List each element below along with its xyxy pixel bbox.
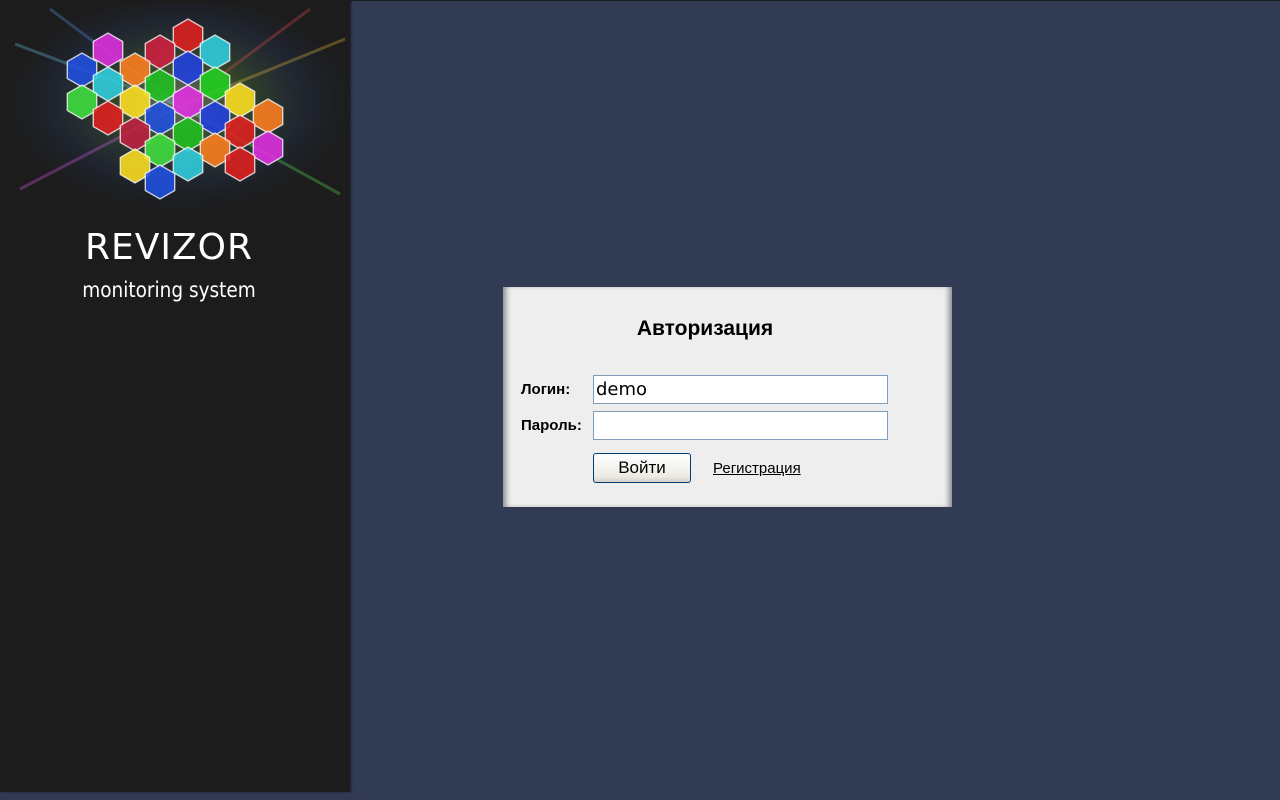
register-link[interactable]: Регистрация [713, 460, 801, 477]
login-panel: Авторизация Логин: Пароль: Войти Регистр… [503, 287, 952, 507]
brand-subtitle: monitoring system [82, 278, 256, 302]
username-label: Логин: [521, 381, 571, 398]
login-button[interactable]: Войти [593, 453, 691, 483]
hexagon-logo-icon [10, 4, 350, 214]
login-title: Авторизация [636, 317, 774, 340]
password-label: Пароль: [521, 417, 582, 434]
brand-title: REVIZOR [84, 227, 253, 268]
password-input[interactable] [593, 411, 888, 440]
username-input[interactable] [593, 375, 888, 404]
sidebar: REVIZOR monitoring system [0, 0, 350, 792]
